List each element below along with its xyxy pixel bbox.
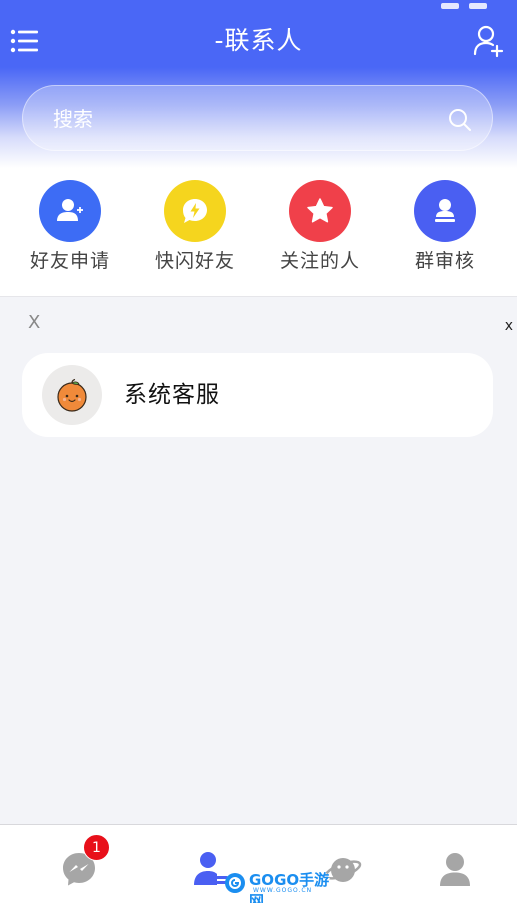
status-bar-remnant bbox=[431, 0, 487, 9]
section-close-button[interactable]: x bbox=[505, 318, 513, 334]
orange-avatar-icon bbox=[57, 378, 87, 412]
flash-chat-icon bbox=[183, 199, 207, 223]
add-contact-button[interactable] bbox=[473, 24, 505, 58]
profile-icon bbox=[440, 853, 470, 886]
friend-request-badge bbox=[39, 180, 101, 242]
page-title: -联系人 bbox=[214, 26, 303, 55]
user-plus-icon bbox=[57, 199, 83, 221]
quick-friend-requests[interactable]: 好友申请 bbox=[5, 180, 135, 290]
unread-badge: 1 bbox=[83, 834, 110, 861]
quick-actions: 好友申请 快闪好友 关注的人 群审核 bbox=[0, 168, 517, 297]
search-box[interactable] bbox=[22, 85, 493, 152]
section-label: X bbox=[28, 312, 41, 333]
quick-label: 快闪好友 bbox=[154, 250, 235, 272]
planet-icon bbox=[324, 858, 362, 882]
user-add-icon bbox=[473, 25, 504, 58]
nav-messages[interactable]: 1 bbox=[16, 825, 145, 903]
nav-profile[interactable] bbox=[392, 825, 517, 903]
group-review-badge bbox=[414, 180, 476, 242]
contacts-icon bbox=[194, 852, 228, 885]
quick-followed[interactable]: 关注的人 bbox=[255, 180, 385, 290]
group-stamp-icon bbox=[435, 199, 455, 222]
nav-contacts[interactable] bbox=[148, 825, 277, 903]
avatar bbox=[42, 365, 102, 425]
quick-group-review[interactable]: 群审核 bbox=[380, 180, 510, 290]
quick-label: 群审核 bbox=[414, 250, 475, 272]
quick-flash-friends[interactable]: 快闪好友 bbox=[130, 180, 260, 290]
quick-label: 好友申请 bbox=[29, 250, 110, 272]
star-icon bbox=[307, 198, 333, 223]
search-input[interactable] bbox=[53, 86, 433, 152]
nav-discover[interactable] bbox=[280, 825, 409, 903]
contact-item[interactable]: 系统客服 bbox=[22, 353, 493, 437]
followed-badge bbox=[289, 180, 351, 242]
bottom-nav: 1 GOGO手游网 WWW.GOGO.CN bbox=[0, 824, 517, 903]
header: -联系人 bbox=[0, 0, 517, 168]
flash-friend-badge bbox=[164, 180, 226, 242]
search-icon[interactable] bbox=[448, 108, 472, 132]
quick-label: 关注的人 bbox=[279, 250, 360, 272]
contact-name: 系统客服 bbox=[124, 382, 220, 408]
